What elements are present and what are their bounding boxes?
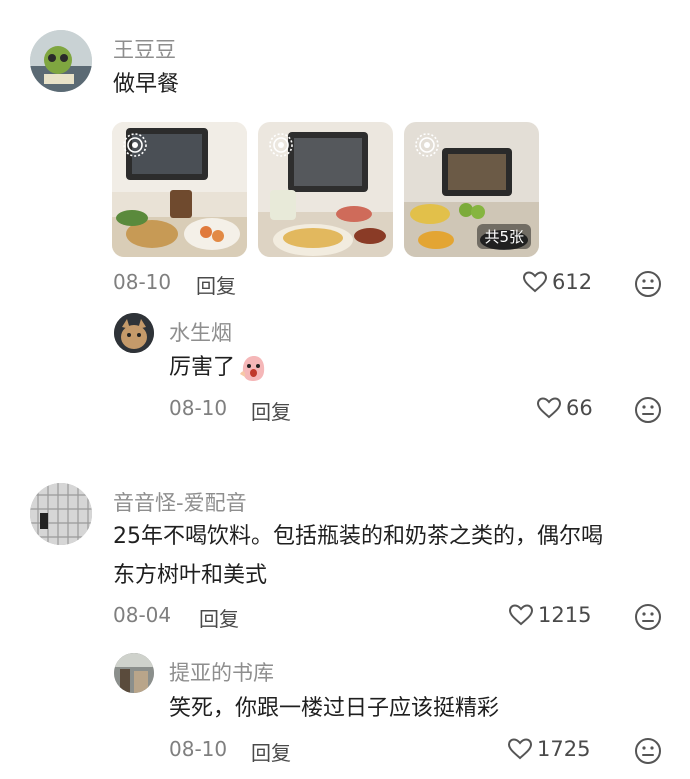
reply-button[interactable]: 回复	[251, 396, 291, 425]
like-count: 1725	[537, 737, 591, 761]
image-count-badge: 共5张	[477, 224, 531, 249]
avatar[interactable]	[114, 653, 154, 693]
live-photo-icon	[415, 133, 439, 157]
comment-image-1[interactable]	[112, 122, 247, 257]
heart-outline-icon	[508, 604, 534, 626]
unhappy-face-icon[interactable]	[634, 270, 662, 298]
reply-username[interactable]: 提亚的书库	[169, 657, 274, 687]
comment-image-3[interactable]: 共5张	[404, 122, 539, 257]
like-button[interactable]: 1215	[508, 603, 591, 627]
unhappy-face-icon[interactable]	[634, 396, 662, 424]
comment-username[interactable]: 音音怪-爱配音	[113, 487, 247, 517]
comment-image-2[interactable]	[258, 122, 393, 257]
comment-date: 08-04	[113, 603, 172, 627]
reply-date: 08-10	[169, 737, 228, 761]
avatar-image	[114, 313, 154, 353]
avatar-image	[114, 653, 154, 693]
comment-text-line2: 东方树叶和美式	[113, 563, 268, 588]
like-count: 1215	[538, 603, 592, 627]
live-photo-icon	[269, 133, 293, 157]
shocked-face-emoji	[240, 356, 265, 381]
reply-button[interactable]: 回复	[199, 603, 239, 632]
comment-date: 08-10	[113, 270, 172, 294]
like-count: 612	[552, 270, 593, 294]
heart-outline-icon	[536, 397, 562, 419]
comment-text-line1: 25年不喝饮料。包括瓶装的和奶茶之类的，偶尔喝	[113, 524, 603, 549]
like-button[interactable]: 612	[522, 270, 592, 294]
avatar[interactable]	[30, 483, 92, 545]
like-button[interactable]: 66	[536, 396, 593, 420]
reply-button[interactable]: 回复	[251, 737, 291, 766]
heart-outline-icon	[522, 271, 548, 293]
avatar[interactable]	[114, 313, 154, 353]
reply-date: 08-10	[169, 396, 228, 420]
reply-username[interactable]: 水生烟	[169, 317, 232, 347]
avatar-image	[30, 483, 92, 545]
reply-text-body: 厉害了	[169, 355, 236, 380]
like-count: 66	[566, 396, 593, 420]
comment-username[interactable]: 王豆豆	[113, 34, 176, 64]
avatar-image	[30, 30, 92, 92]
unhappy-face-icon[interactable]	[634, 603, 662, 631]
like-button[interactable]: 1725	[507, 737, 590, 761]
reply-text: 厉害了	[169, 351, 269, 385]
reply-text: 笑死，你跟一楼过日子应该挺精彩	[169, 696, 500, 721]
reply-button[interactable]: 回复	[196, 270, 236, 299]
unhappy-face-icon[interactable]	[634, 737, 662, 765]
heart-outline-icon	[507, 738, 533, 760]
avatar[interactable]	[30, 30, 92, 92]
comment-text: 做早餐	[113, 72, 180, 97]
live-photo-icon	[123, 133, 147, 157]
